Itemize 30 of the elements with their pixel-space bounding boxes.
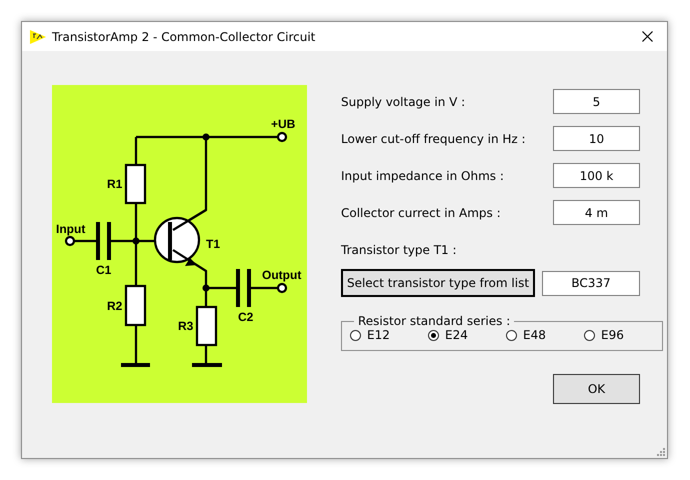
input-field[interactable]: BC337: [542, 270, 640, 296]
component-label: C1: [96, 263, 112, 277]
ok-button[interactable]: OK: [553, 374, 640, 404]
radio-option[interactable]: E24: [428, 328, 506, 342]
terminal-label: Output: [262, 268, 302, 282]
radio-option[interactable]: E48: [506, 328, 584, 342]
close-icon: [642, 31, 652, 42]
component-label: C2: [238, 310, 254, 324]
component-label: R3: [178, 319, 194, 333]
radio-option[interactable]: E12: [350, 328, 428, 342]
resize-grip-icon: [656, 447, 665, 456]
input-field[interactable]: 10: [553, 126, 640, 151]
field-label: Collector currect in Amps :: [341, 206, 501, 220]
component-label: T1: [206, 237, 220, 251]
window-title: TransistorAmp 2 - Common-Collector Circuit: [52, 30, 316, 44]
field-label: Input impedance in Ohms :: [341, 168, 504, 182]
component-label: R1: [107, 177, 122, 191]
input-field[interactable]: 100 k: [553, 163, 640, 188]
field-label: Supply voltage in V :: [341, 94, 466, 108]
terminal-label: +UB: [271, 117, 296, 131]
radio-option[interactable]: E96: [584, 328, 662, 342]
terminal-label: Input: [56, 222, 86, 236]
field-label: Lower cut-off frequency in Hz :: [341, 132, 526, 146]
app-icon: [30, 30, 46, 44]
input-field[interactable]: 4 m: [553, 200, 640, 225]
select-button[interactable]: Select transistor type from list: [341, 269, 535, 297]
component-label: R2: [107, 299, 122, 313]
input-field[interactable]: 5: [553, 89, 640, 114]
group-title: Resistor standard series :: [357, 314, 512, 328]
field-label: Transistor type T1 :: [341, 242, 458, 259]
